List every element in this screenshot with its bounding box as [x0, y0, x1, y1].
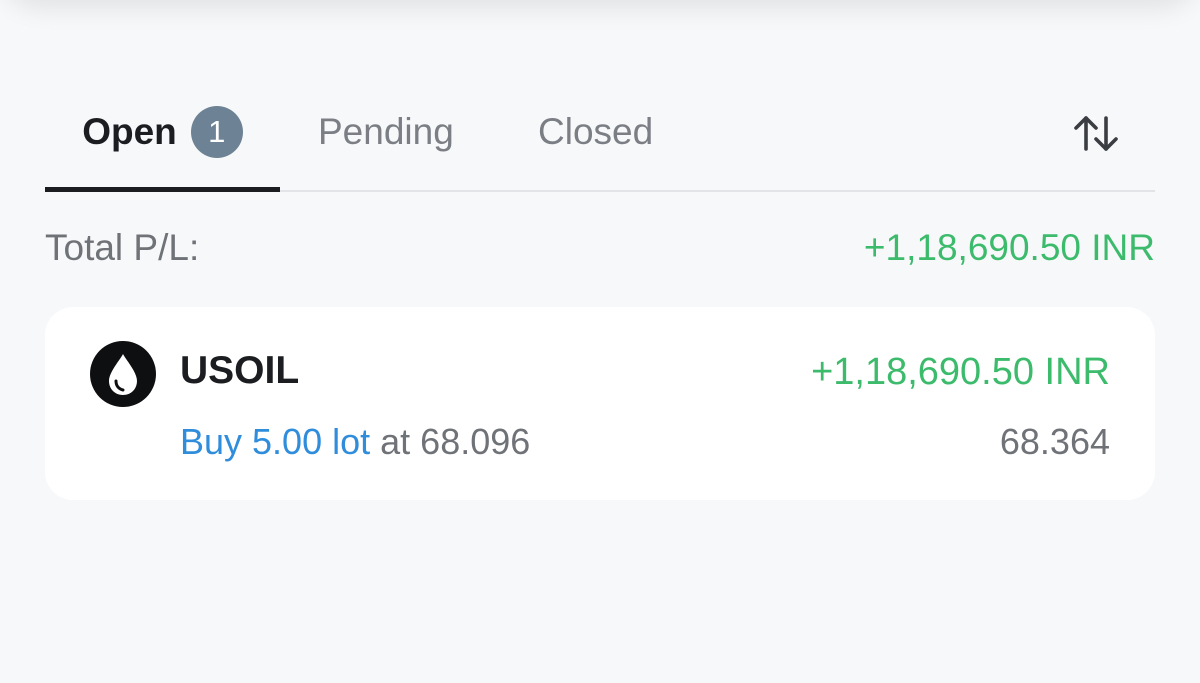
symbol-name: USOIL: [180, 349, 300, 392]
position-card[interactable]: USOIL +1,18,690.50 INR Buy 5.00 lot at 6…: [45, 307, 1155, 500]
open-price: at 68.096: [380, 421, 531, 462]
tab-pending-label: Pending: [318, 111, 454, 152]
tab-open-label: Open: [82, 111, 177, 152]
active-tab-indicator: [45, 187, 280, 192]
tab-closed-label: Closed: [538, 111, 654, 152]
open-count-badge: 1: [190, 106, 243, 158]
total-pl-label: Total P/L:: [45, 227, 200, 268]
oil-drop-icon: [90, 341, 156, 407]
tab-closed[interactable]: Closed: [538, 96, 653, 168]
position-pnl: +1,18,690.50 INR: [811, 351, 1110, 393]
trade-details: Buy 5.00 lot at 68.096: [180, 421, 530, 463]
tab-open[interactable]: Open 1: [45, 96, 280, 168]
current-price: 68.364: [999, 421, 1110, 462]
tab-pending[interactable]: Pending: [318, 96, 454, 168]
sort-arrows-icon: [1074, 116, 1118, 151]
positions-tabs: Open 1 Pending Closed: [45, 96, 1155, 192]
total-pl-row: Total P/L: +1,18,690.50 INR: [45, 222, 1155, 274]
trade-side-volume: Buy 5.00 lot: [180, 421, 371, 462]
sort-button[interactable]: [1071, 110, 1121, 156]
total-pl-value: +1,18,690.50 INR: [863, 227, 1155, 268]
